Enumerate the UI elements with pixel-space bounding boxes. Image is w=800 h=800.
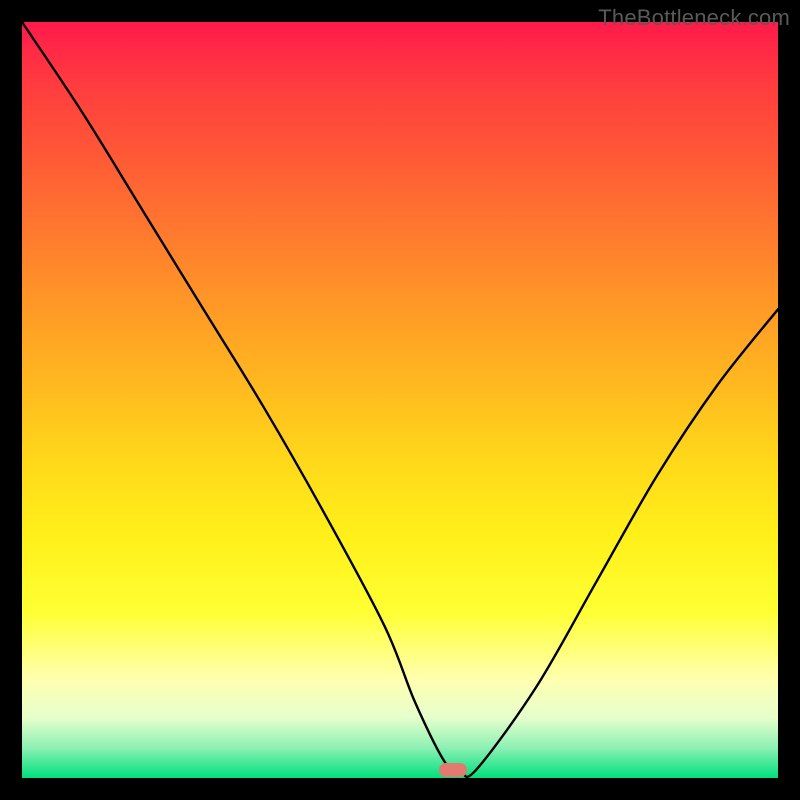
- plot-area: [22, 22, 778, 778]
- watermark-text: TheBottleneck.com: [598, 5, 790, 31]
- optimal-point-marker: [439, 763, 467, 777]
- chart-frame: TheBottleneck.com: [0, 0, 800, 800]
- bottleneck-curve: [22, 22, 778, 778]
